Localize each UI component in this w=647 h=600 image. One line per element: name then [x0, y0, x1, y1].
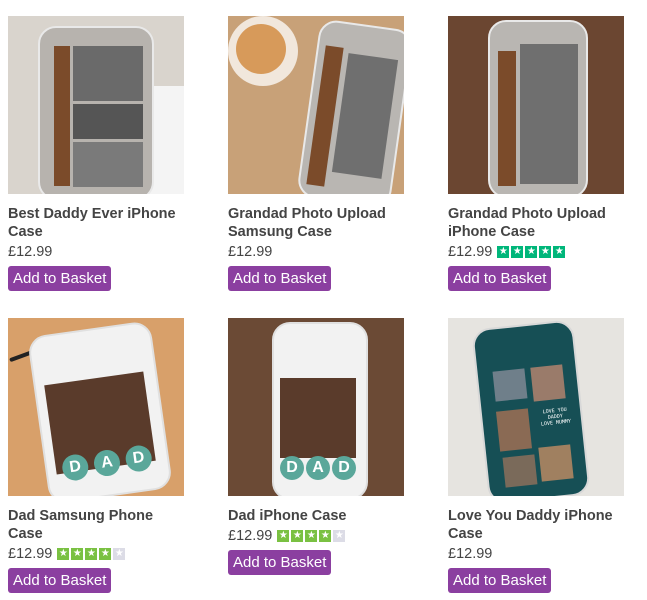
rating-stars: ★ ★ ★ ★ ★: [57, 548, 127, 560]
star-icon: ★: [291, 530, 304, 542]
product-card: D A D Dad Samsung Phone Case £12.99 ★ ★ ★ ★…: [8, 318, 184, 593]
product-image[interactable]: [228, 16, 404, 194]
price-row: £12.99 ★ ★ ★ ★ ★: [448, 242, 624, 262]
add-to-basket-button[interactable]: Add to Basket: [228, 550, 332, 575]
price-row: £12.99: [228, 242, 404, 262]
product-card: Grandad Photo Upload Samsung Case £12.99…: [228, 16, 404, 291]
price-row: £12.99 ★ ★ ★ ★ ★: [8, 544, 184, 564]
product-price: £12.99: [8, 244, 53, 260]
add-to-basket-button[interactable]: Add to Basket: [8, 568, 112, 593]
star-icon: ★: [319, 530, 332, 542]
product-image[interactable]: [448, 16, 624, 194]
star-icon: ★: [57, 548, 70, 560]
star-icon: ★: [525, 246, 538, 258]
add-to-basket-button[interactable]: Add to Basket: [228, 266, 332, 291]
product-image[interactable]: LOVE YOU DADDY LOVE MUMMY: [448, 318, 624, 496]
add-to-basket-button[interactable]: Add to Basket: [448, 266, 552, 291]
product-title[interactable]: Grandad Photo Upload iPhone Case: [448, 205, 624, 241]
price-row: £12.99: [448, 544, 624, 564]
product-price: £12.99: [448, 244, 493, 260]
case-dad-text: D A D: [280, 456, 356, 482]
star-icon: ★: [553, 246, 566, 258]
star-icon: ★: [539, 246, 552, 258]
product-title[interactable]: Dad iPhone Case: [228, 507, 404, 525]
product-title[interactable]: Best Daddy Ever iPhone Case: [8, 205, 184, 241]
product-image[interactable]: [8, 16, 184, 194]
case-love-text: LOVE YOU DADDY LOVE MUMMY: [540, 406, 572, 428]
product-title[interactable]: Love You Daddy iPhone Case: [448, 507, 624, 543]
star-icon: ★: [277, 530, 290, 542]
price-row: £12.99 ★ ★ ★ ★ ★: [228, 526, 404, 546]
star-icon: ★: [333, 530, 346, 542]
star-icon: ★: [511, 246, 524, 258]
product-price: £12.99: [448, 546, 493, 562]
product-card: D A D Dad iPhone Case £12.99 ★ ★ ★ ★ ★ Add t…: [228, 318, 404, 575]
rating-stars: ★ ★ ★ ★ ★: [277, 530, 347, 542]
star-icon: ★: [305, 530, 318, 542]
rating-stars: ★ ★ ★ ★ ★: [497, 246, 567, 258]
product-price: £12.99: [228, 528, 273, 544]
product-image[interactable]: D A D: [228, 318, 404, 496]
product-card: Best Daddy Ever iPhone Case £12.99 Add t…: [8, 16, 184, 291]
star-icon: ★: [497, 246, 510, 258]
star-icon: ★: [99, 548, 112, 560]
product-price: £12.99: [8, 546, 53, 562]
star-icon: ★: [71, 548, 84, 560]
product-card: LOVE YOU DADDY LOVE MUMMY Love You Daddy…: [448, 318, 624, 593]
product-title[interactable]: Grandad Photo Upload Samsung Case: [228, 205, 404, 241]
add-to-basket-button[interactable]: Add to Basket: [8, 266, 112, 291]
star-icon: ★: [85, 548, 98, 560]
product-price: £12.99: [228, 244, 273, 260]
price-row: £12.99: [8, 242, 184, 262]
star-icon: ★: [113, 548, 126, 560]
product-card: Grandad Photo Upload iPhone Case £12.99 …: [448, 16, 624, 291]
product-title[interactable]: Dad Samsung Phone Case: [8, 507, 184, 543]
add-to-basket-button[interactable]: Add to Basket: [448, 568, 552, 593]
product-image[interactable]: D A D: [8, 318, 184, 496]
